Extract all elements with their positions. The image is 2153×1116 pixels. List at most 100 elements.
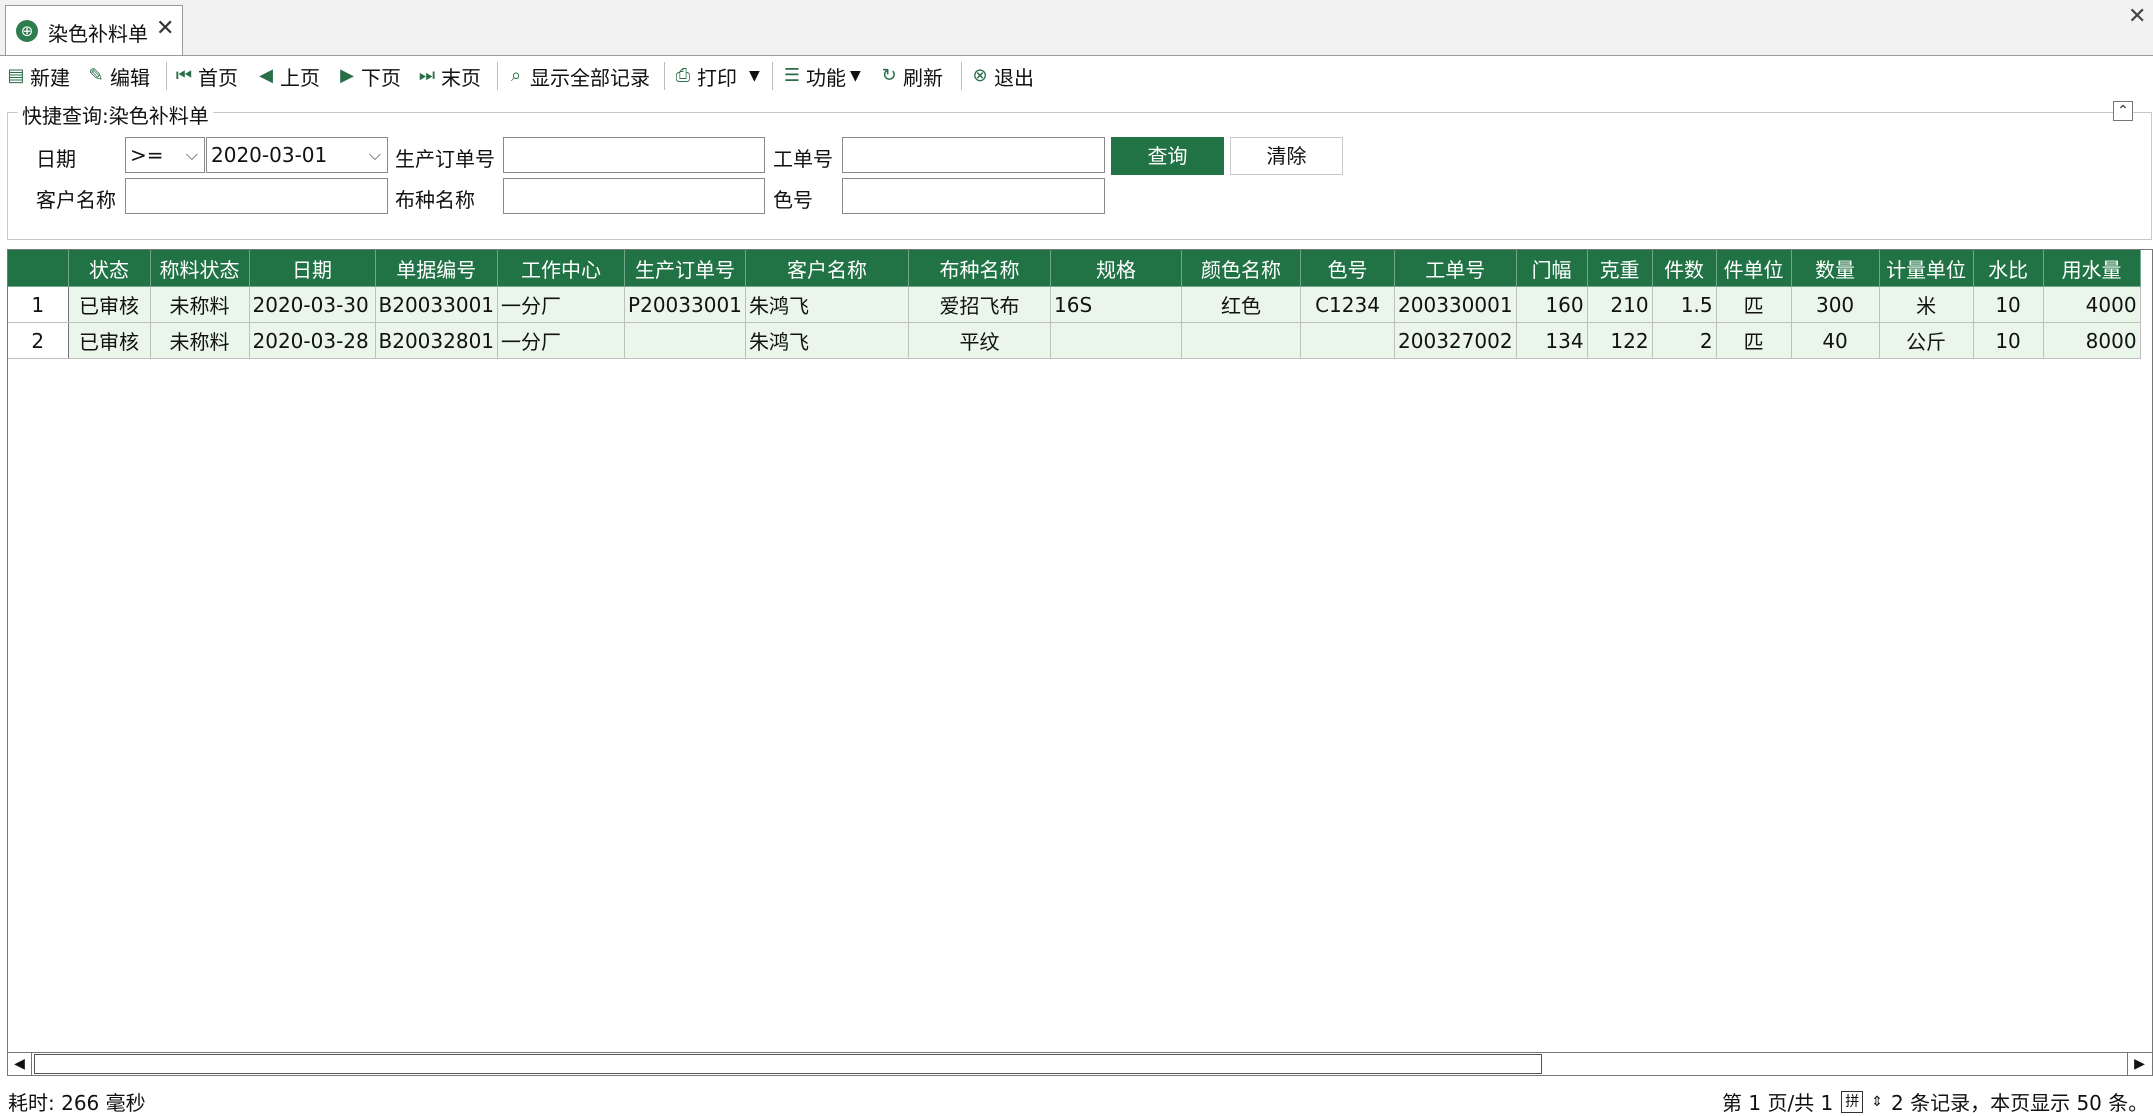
table-cell[interactable]: 10 bbox=[1973, 286, 2044, 323]
table-cell[interactable] bbox=[1300, 322, 1396, 359]
column-header[interactable]: 工作中心 bbox=[497, 250, 626, 287]
table-cell[interactable]: 122 bbox=[1587, 322, 1653, 359]
collapse-icon[interactable]: ⌃ bbox=[2113, 101, 2133, 121]
table-cell[interactable]: 160 bbox=[1516, 286, 1588, 323]
tab-dye-supplement[interactable]: ⊕ 染色补料单 ✕ bbox=[5, 5, 183, 55]
table-cell[interactable]: 平纹 bbox=[908, 322, 1052, 359]
tab-close-icon[interactable]: ✕ bbox=[156, 16, 174, 41]
column-header[interactable]: 色号 bbox=[1300, 250, 1396, 287]
column-header[interactable]: 水比 bbox=[1973, 250, 2044, 287]
table-cell[interactable]: 300 bbox=[1791, 286, 1880, 323]
page-jump-icon[interactable]: 拼 bbox=[1841, 1090, 1864, 1113]
refresh-button[interactable]: ↻ 刷新 bbox=[879, 62, 943, 90]
column-header[interactable]: 生产订单号 bbox=[624, 250, 747, 287]
table-cell[interactable]: B20032801 bbox=[375, 322, 499, 359]
table-cell[interactable]: 1.5 bbox=[1652, 286, 1717, 323]
toolbar-divider bbox=[961, 62, 962, 90]
date-operator-select[interactable]: >= ⌵ bbox=[125, 137, 205, 173]
table-cell[interactable]: 16S bbox=[1050, 286, 1183, 323]
customer-label: 客户名称 bbox=[36, 188, 116, 212]
column-header[interactable]: 规格 bbox=[1050, 250, 1183, 287]
table-cell[interactable]: 爱招飞布 bbox=[908, 286, 1052, 323]
new-button[interactable]: ▤ 新建 bbox=[6, 62, 70, 90]
last-page-button[interactable]: ⏭ 末页 bbox=[417, 62, 481, 90]
table-cell[interactable]: 一分厂 bbox=[497, 322, 626, 359]
table-cell[interactable]: 米 bbox=[1879, 286, 1974, 323]
first-label: 首页 bbox=[198, 65, 238, 90]
table-cell[interactable]: 匹 bbox=[1716, 322, 1792, 359]
table-cell[interactable]: 公斤 bbox=[1879, 322, 1974, 359]
table-cell[interactable]: 40 bbox=[1791, 322, 1880, 359]
table-cell[interactable]: 200327002 bbox=[1394, 322, 1517, 359]
scroll-right-icon[interactable]: ▶ bbox=[2127, 1053, 2151, 1075]
table-cell[interactable]: 2020-03-28 bbox=[249, 322, 376, 359]
window-close-icon[interactable]: ✕ bbox=[2128, 4, 2146, 29]
job-no-input[interactable] bbox=[842, 137, 1105, 173]
function-menu-button[interactable]: ☰ 功能 ▼ bbox=[782, 62, 861, 90]
date-picker[interactable]: 2020-03-01 ⌵ bbox=[206, 137, 388, 173]
table-cell[interactable]: 已审核 bbox=[68, 322, 151, 359]
column-header[interactable]: 状态 bbox=[68, 250, 151, 287]
column-header[interactable]: 工单号 bbox=[1394, 250, 1517, 287]
column-header[interactable]: 颜色名称 bbox=[1181, 250, 1302, 287]
edit-button[interactable]: ✎ 编辑 bbox=[86, 62, 150, 90]
page-size-spinner-icon[interactable]: ⇕ bbox=[1871, 1094, 1883, 1110]
table-cell[interactable]: 200330001 bbox=[1394, 286, 1517, 323]
column-header[interactable]: 日期 bbox=[249, 250, 376, 287]
column-header[interactable]: 用水量 bbox=[2043, 250, 2141, 287]
table-cell[interactable]: 匹 bbox=[1716, 286, 1792, 323]
table-cell[interactable]: 一分厂 bbox=[497, 286, 626, 323]
clear-button[interactable]: 清除 bbox=[1230, 137, 1343, 175]
column-header[interactable]: 客户名称 bbox=[745, 250, 910, 287]
print-button[interactable]: ⎙ 打印 ▼ bbox=[673, 62, 760, 90]
table-cell[interactable]: 4000 bbox=[2043, 286, 2141, 323]
table-cell[interactable]: 10 bbox=[1973, 322, 2044, 359]
first-page-button[interactable]: ⏮ 首页 bbox=[174, 62, 238, 90]
table-cell[interactable]: 未称料 bbox=[150, 322, 250, 359]
table-cell[interactable]: 朱鸿飞 bbox=[745, 322, 910, 359]
printer-icon: ⎙ bbox=[675, 65, 691, 86]
column-header[interactable]: 件数 bbox=[1652, 250, 1717, 287]
query-button[interactable]: 查询 bbox=[1111, 137, 1224, 175]
column-header[interactable]: 件单位 bbox=[1716, 250, 1792, 287]
scroll-left-icon[interactable]: ◀ bbox=[8, 1053, 32, 1075]
column-header[interactable]: 计量单位 bbox=[1879, 250, 1974, 287]
scrollbar-thumb[interactable] bbox=[34, 1054, 1542, 1074]
next-page-button[interactable]: ▶ 下页 bbox=[337, 62, 401, 90]
fabric-input[interactable] bbox=[503, 178, 765, 214]
table-cell[interactable]: 已审核 bbox=[68, 286, 151, 323]
table-cell[interactable]: P20033001 bbox=[624, 286, 747, 323]
table-cell[interactable]: 210 bbox=[1587, 286, 1653, 323]
column-header[interactable]: 布种名称 bbox=[908, 250, 1052, 287]
table-cell[interactable] bbox=[624, 322, 747, 359]
table-row[interactable]: 2 已审核 未称料 2020-03-28 B20032801 一分厂 朱鸿飞 平纹 200327… bbox=[8, 322, 2141, 359]
table-cell[interactable] bbox=[1181, 322, 1302, 359]
column-header[interactable]: 单据编号 bbox=[375, 250, 499, 287]
table-cell[interactable] bbox=[1050, 322, 1183, 359]
order-no-input[interactable] bbox=[503, 137, 765, 173]
table-cell[interactable]: 朱鸿飞 bbox=[745, 286, 910, 323]
tab-title: 染色补料单 bbox=[48, 22, 148, 46]
table-cell[interactable]: B20033001 bbox=[375, 286, 499, 323]
row-number: 1 bbox=[8, 286, 69, 323]
pagination-status: 第 1 页/共 1 拼 ⇕ 2 条记录，本页显示 50 条。 bbox=[1722, 1087, 2148, 1116]
column-header[interactable]: 称料状态 bbox=[150, 250, 250, 287]
column-header[interactable]: 克重 bbox=[1587, 250, 1653, 287]
row-number: 2 bbox=[8, 322, 69, 359]
table-cell[interactable]: 红色 bbox=[1181, 286, 1302, 323]
table-cell[interactable]: 8000 bbox=[2043, 322, 2141, 359]
table-cell[interactable]: 2020-03-30 bbox=[249, 286, 376, 323]
column-header[interactable]: 数量 bbox=[1791, 250, 1880, 287]
customer-input[interactable] bbox=[125, 178, 388, 214]
table-cell[interactable]: 134 bbox=[1516, 322, 1588, 359]
color-no-input[interactable] bbox=[842, 178, 1105, 214]
show-all-button[interactable]: ⌕ 显示全部记录 bbox=[506, 62, 650, 90]
table-cell[interactable]: C1234 bbox=[1300, 286, 1396, 323]
exit-button[interactable]: ⊗ 退出 bbox=[970, 62, 1034, 90]
table-cell[interactable]: 2 bbox=[1652, 322, 1717, 359]
column-header[interactable]: 门幅 bbox=[1516, 250, 1588, 287]
chevron-down-icon: ⌵ bbox=[368, 145, 381, 164]
table-cell[interactable]: 未称料 bbox=[150, 286, 250, 323]
table-row[interactable]: 1 已审核 未称料 2020-03-30 B20033001 一分厂 P20033001 朱鸿… bbox=[8, 286, 2141, 323]
prev-page-button[interactable]: ◀ 上页 bbox=[256, 62, 320, 90]
